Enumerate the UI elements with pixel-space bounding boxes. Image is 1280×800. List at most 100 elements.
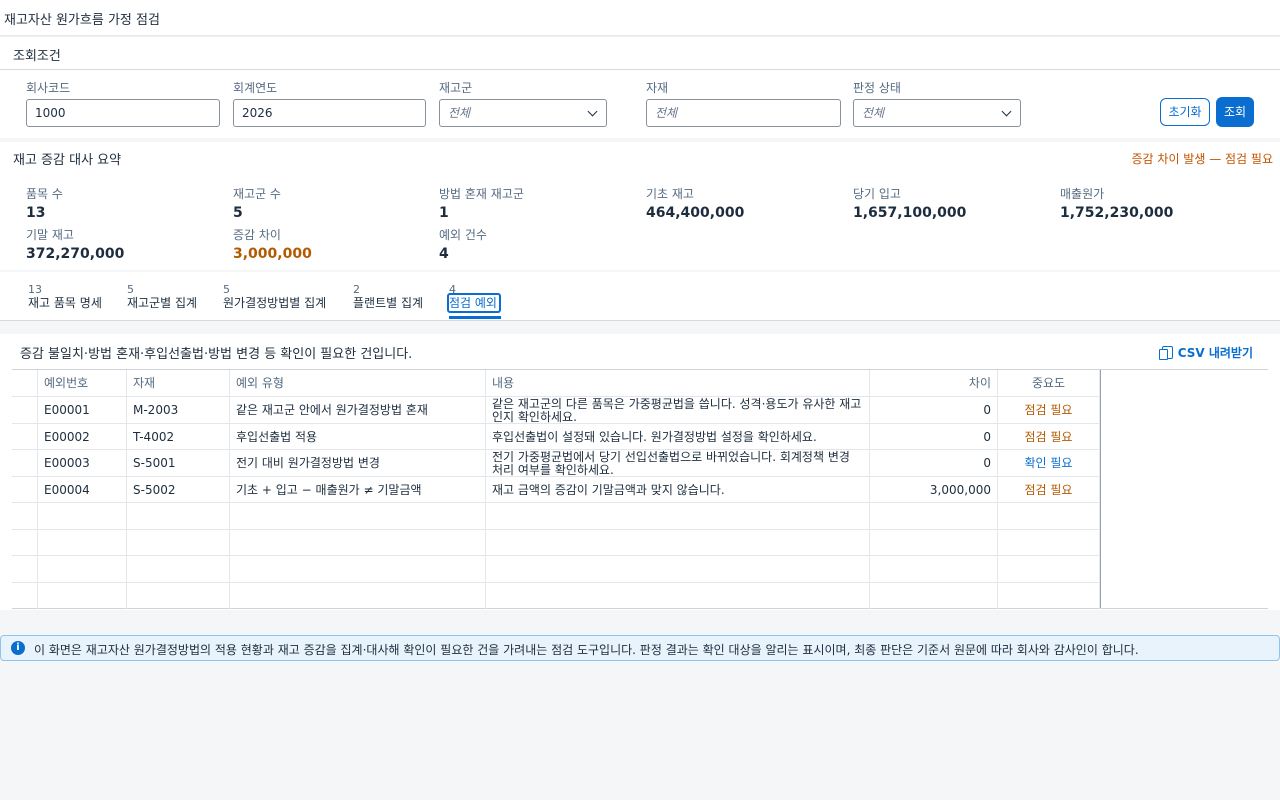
company-code-label: 회사코드 bbox=[26, 81, 71, 95]
tab-label: 재고군별 집계 bbox=[127, 296, 198, 310]
exception-type: 후입선출법 적용 bbox=[230, 424, 486, 449]
empty-cell bbox=[38, 583, 127, 609]
column-header[interactable]: 내용 bbox=[486, 370, 870, 396]
empty-cell bbox=[127, 583, 230, 609]
chevron-down-icon bbox=[1001, 106, 1012, 117]
kpi-exception-count: 예외 건수 4 bbox=[439, 226, 487, 262]
empty-cell bbox=[486, 556, 870, 582]
column-header[interactable]: 중요도 bbox=[998, 370, 1100, 396]
row-selector-header[interactable] bbox=[12, 370, 38, 396]
column-header[interactable]: 예외 유형 bbox=[230, 370, 486, 396]
column-header[interactable]: 예외번호 bbox=[38, 370, 127, 396]
title-bar: 재고자산 원가흐름 가정 점검 bbox=[0, 0, 1280, 35]
material-code: S-5001 bbox=[127, 450, 230, 476]
kpi-value: 3,000,000 bbox=[233, 246, 312, 262]
info-message: 이 화면은 재고자산 원가결정방법의 적용 현황과 재고 증감을 집계·대사해 … bbox=[34, 643, 1139, 657]
kpi-value: 372,270,000 bbox=[26, 246, 125, 262]
empty-cell bbox=[12, 530, 38, 555]
exceptions-description: 증감 불일치·방법 혼재·후입선출법·방법 변경 등 확인이 필요한 건입니다. bbox=[20, 347, 413, 362]
kpi-purchases: 당기 입고 1,657,100,000 bbox=[853, 185, 966, 221]
info-message-strip: i 이 화면은 재고자산 원가결정방법의 적용 현황과 재고 증감을 집계·대사… bbox=[0, 635, 1280, 661]
tab-method-summary[interactable]: 5 원가결정방법별 집계 bbox=[223, 283, 326, 311]
material-input[interactable]: 전체 bbox=[646, 99, 841, 127]
row-selector[interactable] bbox=[12, 397, 38, 423]
kpi-label: 방법 혼재 재고군 bbox=[439, 187, 524, 201]
exception-type: 같은 재고군 안에서 원가결정방법 혼재 bbox=[230, 397, 486, 423]
copy-icon bbox=[1158, 346, 1173, 360]
kpi-cost-of-sales: 매출원가 1,752,230,000 bbox=[1060, 185, 1173, 221]
table-row[interactable]: E00004 S-5002 기초 + 입고 − 매출원가 ≠ 기말금액 재고 금… bbox=[12, 477, 1100, 503]
kpi-value: 13 bbox=[26, 205, 46, 221]
tab-exceptions[interactable]: 4 점검 예외 bbox=[447, 283, 501, 319]
filter-section-title: 조회조건 bbox=[13, 49, 61, 64]
empty-cell bbox=[486, 530, 870, 555]
material-code: M-2003 bbox=[127, 397, 230, 423]
empty-cell bbox=[486, 583, 870, 609]
empty-cell bbox=[12, 556, 38, 582]
kpi-item-count: 품목 수 13 bbox=[26, 185, 63, 221]
kpi-difference: 증감 차이 3,000,000 bbox=[233, 226, 312, 262]
empty-cell bbox=[230, 530, 486, 555]
reset-button[interactable]: 초기화 bbox=[1160, 98, 1210, 126]
severity-label: 점검 필요 bbox=[998, 477, 1100, 502]
kpi-label: 재고군 수 bbox=[233, 187, 281, 201]
exceptions-panel: 증감 불일치·방법 혼재·후입선출법·방법 변경 등 확인이 필요한 건입니다.… bbox=[0, 334, 1280, 610]
exception-content: 같은 재고군의 다른 품목은 가중평균법을 씁니다. 성격·용도가 유사한 재고… bbox=[486, 397, 870, 423]
empty-cell bbox=[998, 583, 1100, 609]
table-row[interactable]: E00003 S-5001 전기 대비 원가결정방법 변경 전기 가중평균법에서… bbox=[12, 450, 1100, 477]
column-header[interactable]: 차이 bbox=[870, 370, 998, 396]
material-label: 자재 bbox=[646, 81, 669, 95]
exception-content: 후입선출법이 설정돼 있습니다. 원가결정방법 설정을 확인하세요. bbox=[486, 424, 870, 449]
csv-download-button[interactable]: CSV 내려받기 bbox=[1158, 344, 1253, 361]
judgment-status-label: 판정 상태 bbox=[853, 81, 901, 95]
severity-label: 점검 필요 bbox=[998, 424, 1100, 449]
kpi-label: 예외 건수 bbox=[439, 228, 487, 242]
empty-cell bbox=[38, 556, 127, 582]
inventory-group-label: 재고군 bbox=[439, 81, 473, 95]
kpi-value: 5 bbox=[233, 205, 243, 221]
empty-cell bbox=[38, 530, 127, 555]
company-code-input[interactable]: 1000 bbox=[26, 99, 220, 127]
exception-type: 전기 대비 원가결정방법 변경 bbox=[230, 450, 486, 476]
difference-amount: 0 bbox=[870, 450, 998, 476]
info-icon: i bbox=[11, 641, 25, 655]
summary-header: 재고 증감 대사 요약 증감 차이 발생 — 점검 필요 bbox=[0, 142, 1280, 174]
kpi-closing-inventory: 기말 재고 372,270,000 bbox=[26, 226, 124, 262]
table-row[interactable]: E00002 T-4002 후입선출법 적용 후입선출법이 설정돼 있습니다. … bbox=[12, 424, 1100, 450]
tab-group-summary[interactable]: 5 재고군별 집계 bbox=[127, 283, 197, 311]
table-row[interactable]: E00001 M-2003 같은 재고군 안에서 원가결정방법 혼재 같은 재고… bbox=[12, 397, 1100, 424]
empty-row bbox=[12, 530, 1100, 556]
summary-title: 재고 증감 대사 요약 bbox=[13, 153, 122, 168]
empty-cell bbox=[870, 583, 998, 609]
search-button[interactable]: 조회 bbox=[1216, 97, 1254, 127]
difference-amount: 0 bbox=[870, 424, 998, 449]
empty-cell bbox=[870, 503, 998, 529]
tab-plant-summary[interactable]: 2 플랜트별 집계 bbox=[353, 283, 423, 311]
exception-id: E00001 bbox=[38, 397, 127, 423]
material-code: T-4002 bbox=[127, 424, 230, 449]
difference-amount: 0 bbox=[870, 397, 998, 423]
tab-count: 2 bbox=[353, 283, 360, 296]
kpi-mixed-method-groups: 방법 혼재 재고군 1 bbox=[439, 185, 524, 221]
empty-cell bbox=[127, 530, 230, 555]
empty-cell bbox=[998, 530, 1100, 555]
fiscal-year-input[interactable]: 2026 bbox=[233, 99, 426, 127]
kpi-group-count: 재고군 수 5 bbox=[233, 185, 281, 221]
tab-inventory-items[interactable]: 13 재고 품목 명세 bbox=[28, 283, 102, 311]
row-selector[interactable] bbox=[12, 477, 38, 502]
kpi-label: 기초 재고 bbox=[646, 187, 694, 201]
difference-amount: 3,000,000 bbox=[870, 477, 998, 502]
empty-cell bbox=[870, 556, 998, 582]
inventory-group-value: 전체 bbox=[448, 106, 471, 120]
fiscal-year-label: 회계연도 bbox=[233, 81, 278, 95]
row-selector[interactable] bbox=[12, 450, 38, 476]
inventory-group-select[interactable]: 전체 bbox=[439, 99, 607, 127]
judgment-status-select[interactable]: 전체 bbox=[853, 99, 1021, 127]
kpi-label: 매출원가 bbox=[1060, 187, 1105, 201]
kpi-value: 4 bbox=[439, 246, 449, 262]
empty-row bbox=[12, 556, 1100, 583]
row-selector[interactable] bbox=[12, 424, 38, 449]
column-header[interactable]: 자재 bbox=[127, 370, 230, 396]
tab-focus-ring bbox=[447, 293, 501, 313]
exception-id: E00003 bbox=[38, 450, 127, 476]
